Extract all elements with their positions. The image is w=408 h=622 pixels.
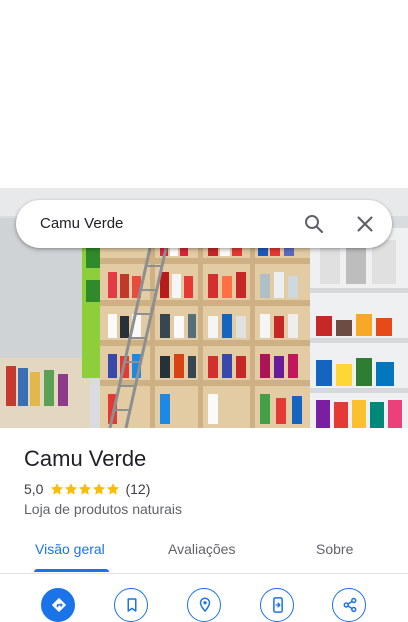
search-icon[interactable] [302,212,326,236]
tab-bar: Visão geral Avaliações Sobre [0,530,408,574]
star-icon [107,483,120,495]
save-icon [127,598,137,612]
close-icon[interactable] [353,212,377,236]
star-icon [51,483,64,495]
send-to-phone-icon [273,597,283,613]
reviews-count[interactable]: (12) [125,481,150,497]
tab-about[interactable]: Sobre [316,541,353,557]
nearby-icon [199,597,211,613]
directions-icon [51,597,67,613]
share-icon [343,597,357,613]
star-icon [65,483,78,495]
rating-row[interactable]: 5,0 (12) [24,480,150,498]
active-tab-indicator [34,569,109,572]
nearby-button[interactable] [187,588,221,622]
star-icon [93,483,106,495]
search-input[interactable]: Camu Verde [40,215,123,232]
share-button[interactable] [332,588,366,622]
rating-stars [50,482,120,496]
rating-value: 5,0 [24,481,44,497]
send-to-phone-button[interactable] [260,588,294,622]
search-bar[interactable]: Camu Verde [16,200,392,248]
tab-reviews[interactable]: Avaliações [168,541,235,557]
save-button[interactable] [114,588,148,622]
place-title: Camu Verde [24,446,147,471]
place-category: Loja de produtos naturais [24,501,182,517]
map-area [0,0,408,188]
tab-overview[interactable]: Visão geral [35,541,105,557]
star-icon [79,483,92,495]
directions-button[interactable] [41,588,75,622]
